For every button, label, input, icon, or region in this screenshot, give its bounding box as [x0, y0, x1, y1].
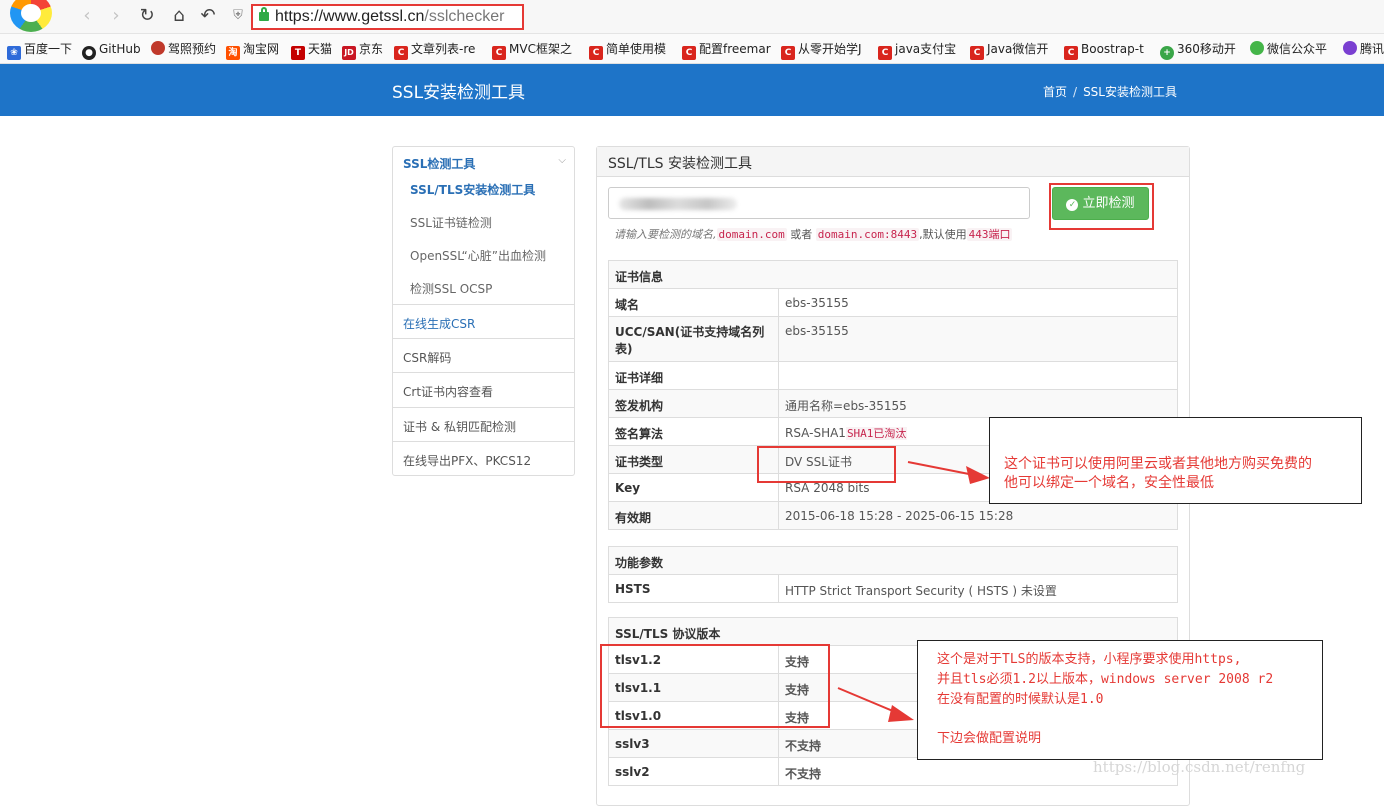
note1-line2: 他可以绑定一个域名，安全性最低 [1004, 475, 1214, 491]
note-tls-versions: 这个是对于TLS的版本支持，小程序要求使用https, 并且tls必须1.2以上… [917, 640, 1323, 760]
arrow-line-2 [837, 687, 901, 715]
note2-line2: 并且tls必须1.2以上版本，windows server 2008 r2 [937, 672, 1274, 687]
note2-line1: 这个是对于TLS的版本支持，小程序要求使用https, [937, 652, 1242, 667]
note2-line4: 下边会做配置说明 [937, 731, 1042, 746]
note-cert-type: 这个证书可以使用阿里云或者其他地方购买免费的 他可以绑定一个域名，安全性最低 [989, 417, 1362, 504]
arrow-head-1 [966, 466, 990, 484]
note1-line1: 这个证书可以使用阿里云或者其他地方购买免费的 [1004, 456, 1312, 472]
arrow-head-2 [888, 705, 914, 722]
watermark: https://blog.csdn.net/renfng [1093, 758, 1306, 776]
arrow-line-1 [907, 461, 975, 476]
note2-line3: 在没有配置的时候默认是1.0 [937, 692, 1104, 707]
